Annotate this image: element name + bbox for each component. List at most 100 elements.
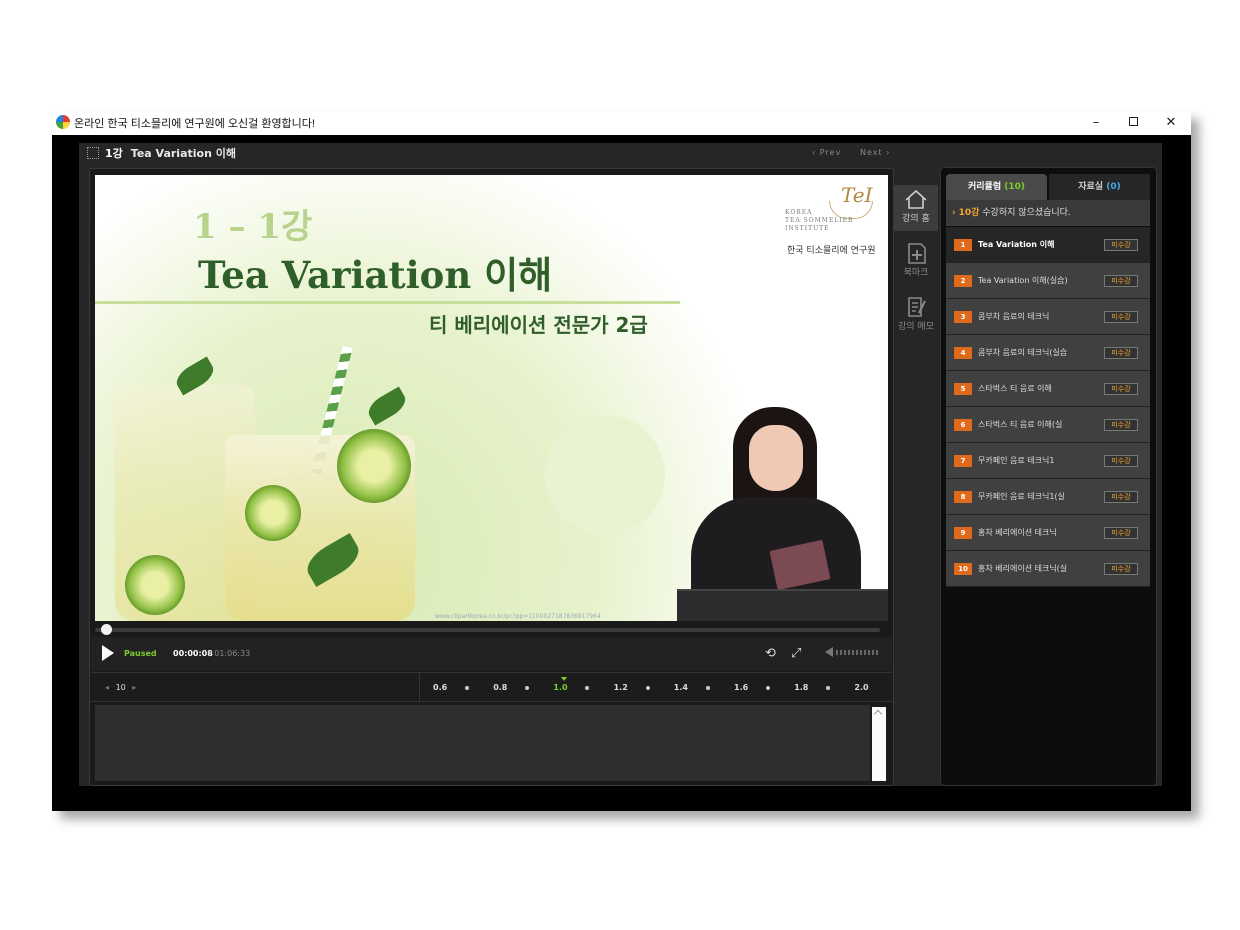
next-button[interactable]: Next › [860, 148, 890, 157]
curriculum-panel: 커리큘럼 (10) 자료실 (0) › 10강 수강하지 않으셨습니다. 1 Te… [940, 167, 1157, 786]
speed-separator-dot [645, 686, 650, 690]
memo-icon [908, 297, 926, 317]
speed-option[interactable]: 1.6 [734, 683, 748, 692]
playback-status: Paused [124, 649, 157, 658]
lesson-title: 콤부차 음료의 테크닉(실습 [978, 348, 1068, 357]
lesson-title: 홍차 베리에이션 테크닉(실 [978, 564, 1068, 573]
lesson-status-badge: 미수강 [1104, 491, 1138, 503]
progress-notice: › 10강 수강하지 않으셨습니다. [946, 200, 1150, 226]
lesson-title: Tea Variation 이해 [978, 240, 1055, 249]
tab-curriculum-label: 커리큘럼 [967, 182, 1002, 192]
home-icon [905, 189, 927, 209]
window-title: 온라인 한국 티소믈리에 연구원에 오신걸 환영합니다! [74, 118, 315, 130]
bookmark-icon [908, 243, 926, 264]
page-value: 10 [115, 683, 126, 692]
tab-curriculum-count: (10) [1004, 182, 1026, 192]
lesson-number-badge: 5 [954, 383, 972, 395]
slide-circle-decoration [545, 415, 665, 535]
lecture-memo-button[interactable]: 강의 메모 [894, 293, 938, 332]
tab-materials-count: (0) [1106, 182, 1121, 192]
slide-subtitle: 티 베리에이션 전문가 2급 [429, 313, 648, 337]
slide-title: Tea Variation 이해 [198, 253, 553, 297]
tab-materials[interactable]: 자료실 (0) [1049, 174, 1150, 200]
lesson-number-badge: 8 [954, 491, 972, 503]
lime-slice [125, 555, 185, 615]
progress-bar[interactable] [95, 628, 880, 632]
notice-chevron-icon: › [952, 208, 956, 218]
lesson-status-badge: 미수강 [1104, 419, 1138, 431]
lesson-item[interactable]: 1 Tea Variation 이해 미수강 [946, 227, 1150, 263]
lesson-title: 콤부차 음료의 테크닉 [978, 312, 1050, 321]
page-next-icon[interactable]: ▸ [132, 683, 136, 692]
lesson-item[interactable]: 10 홍차 베리에이션 테크닉(실 미수강 [946, 551, 1150, 587]
lesson-number-badge: 10 [954, 563, 972, 575]
lemonade-photo [105, 345, 465, 621]
current-time: 00:00:08 [173, 649, 213, 658]
lesson-item[interactable]: 3 콤부차 음료의 테크닉 미수강 [946, 299, 1150, 335]
logo-english-text: KOREA TEA SOMMELIER INSTITUTE [785, 209, 854, 233]
lecture-number: 1강 [105, 147, 123, 160]
app-logo-icon [56, 115, 70, 129]
lesson-number-badge: 7 [954, 455, 972, 467]
prev-button[interactable]: ‹ Prev [812, 148, 841, 157]
lesson-item[interactable]: 7 무카페인 음료 테크닉1 미수강 [946, 443, 1150, 479]
lesson-item[interactable]: 5 스타벅스 티 음료 이해 미수강 [946, 371, 1150, 407]
tab-curriculum[interactable]: 커리큘럼 (10) [946, 174, 1047, 200]
repeat-icon[interactable]: ⟲ [765, 646, 776, 661]
speed-separator-dot [585, 686, 590, 690]
memo-scrollbar[interactable] [872, 707, 886, 781]
lesson-item[interactable]: 6 스타벅스 티 음료 이해(실 미수강 [946, 407, 1150, 443]
presenter [677, 407, 888, 621]
speed-separator-dot [525, 686, 530, 690]
speed-option[interactable]: 1.8 [794, 683, 808, 692]
maximize-button[interactable] [1118, 113, 1148, 133]
lime-slice [245, 485, 301, 541]
institute-logo: TeI KOREA TEA SOMMELIER INSTITUTE 한국 티소믈… [783, 181, 883, 256]
lecture-home-label: 강의 홈 [902, 214, 930, 224]
lesson-item[interactable]: 8 무카페인 음료 테크닉1(실 미수강 [946, 479, 1150, 515]
lecture-title: 1강 Tea Variation 이해 [105, 145, 236, 161]
speed-option[interactable]: 0.6 [433, 683, 447, 692]
memo-area[interactable] [95, 705, 870, 781]
scroll-up-icon[interactable] [873, 709, 883, 719]
page-prev-icon[interactable]: ◂ [105, 683, 109, 692]
lesson-item[interactable]: 9 홍차 베리에이션 테크닉 미수강 [946, 515, 1150, 551]
speed-options: 0.6 0.8 1.0 1.2 1.4 1.6 1.8 2.0 [433, 677, 883, 695]
slide-lesson-number: 1 – 1강 [193, 207, 313, 247]
fullscreen-icon[interactable]: ⤢ [791, 646, 801, 661]
lesson-number-badge: 1 [954, 239, 972, 251]
speed-option[interactable]: 2.0 [854, 683, 868, 692]
lesson-status-badge: 미수강 [1104, 455, 1138, 467]
lesson-status-badge: 미수강 [1104, 347, 1138, 359]
bookmark-button[interactable]: 북마크 [894, 239, 938, 278]
logo-line-1: KOREA [785, 209, 813, 216]
speed-option[interactable]: 0.8 [493, 683, 507, 692]
volume-icon[interactable] [825, 647, 833, 657]
image-watermark: www.clipartkorea.co.kr/pc?pp=11000271878… [435, 613, 601, 620]
lime-slice [337, 429, 411, 503]
lesson-number-badge: 2 [954, 275, 972, 287]
bookmark-label: 북마크 [903, 268, 929, 278]
progress-handle[interactable] [100, 624, 112, 635]
minimize-button[interactable]: – [1081, 113, 1111, 133]
speed-option[interactable]: 1.0 [553, 683, 567, 692]
video-screen[interactable]: 1 – 1강 Tea Variation 이해 티 베리에이션 전문가 2급 T… [95, 175, 888, 621]
lesson-item[interactable]: 2 Tea Variation 이해(실습) 미수강 [946, 263, 1150, 299]
play-icon[interactable] [102, 645, 114, 661]
lesson-item[interactable]: 4 콤부차 음료의 테크닉(실습 미수강 [946, 335, 1150, 371]
speed-separator-dot [826, 686, 831, 690]
speed-separator-dot [465, 686, 469, 690]
window-content: 1강 Tea Variation 이해 ‹ Prev Next › 1 – 1강 … [52, 135, 1191, 811]
lecture-home-button[interactable]: 강의 홈 [894, 185, 938, 231]
speed-option[interactable]: 1.4 [674, 683, 688, 692]
lesson-title: 무카페인 음료 테크닉1(실 [978, 492, 1065, 501]
tab-materials-label: 자료실 [1078, 182, 1104, 192]
speed-bar: ◂ 10 ▸ 0.6 0.8 1.0 1.2 1.4 1.6 1.8 2.0 [91, 672, 892, 703]
lesson-title: 무카페인 음료 테크닉1 [978, 456, 1055, 465]
volume-slider[interactable] [836, 650, 878, 655]
lesson-title: Tea Variation 이해(실습) [978, 276, 1068, 285]
close-button[interactable]: ✕ [1156, 113, 1186, 133]
lesson-title: 스타벅스 티 음료 이해(실 [978, 420, 1063, 429]
speed-option[interactable]: 1.2 [614, 683, 628, 692]
lesson-status-badge: 미수강 [1104, 563, 1138, 575]
